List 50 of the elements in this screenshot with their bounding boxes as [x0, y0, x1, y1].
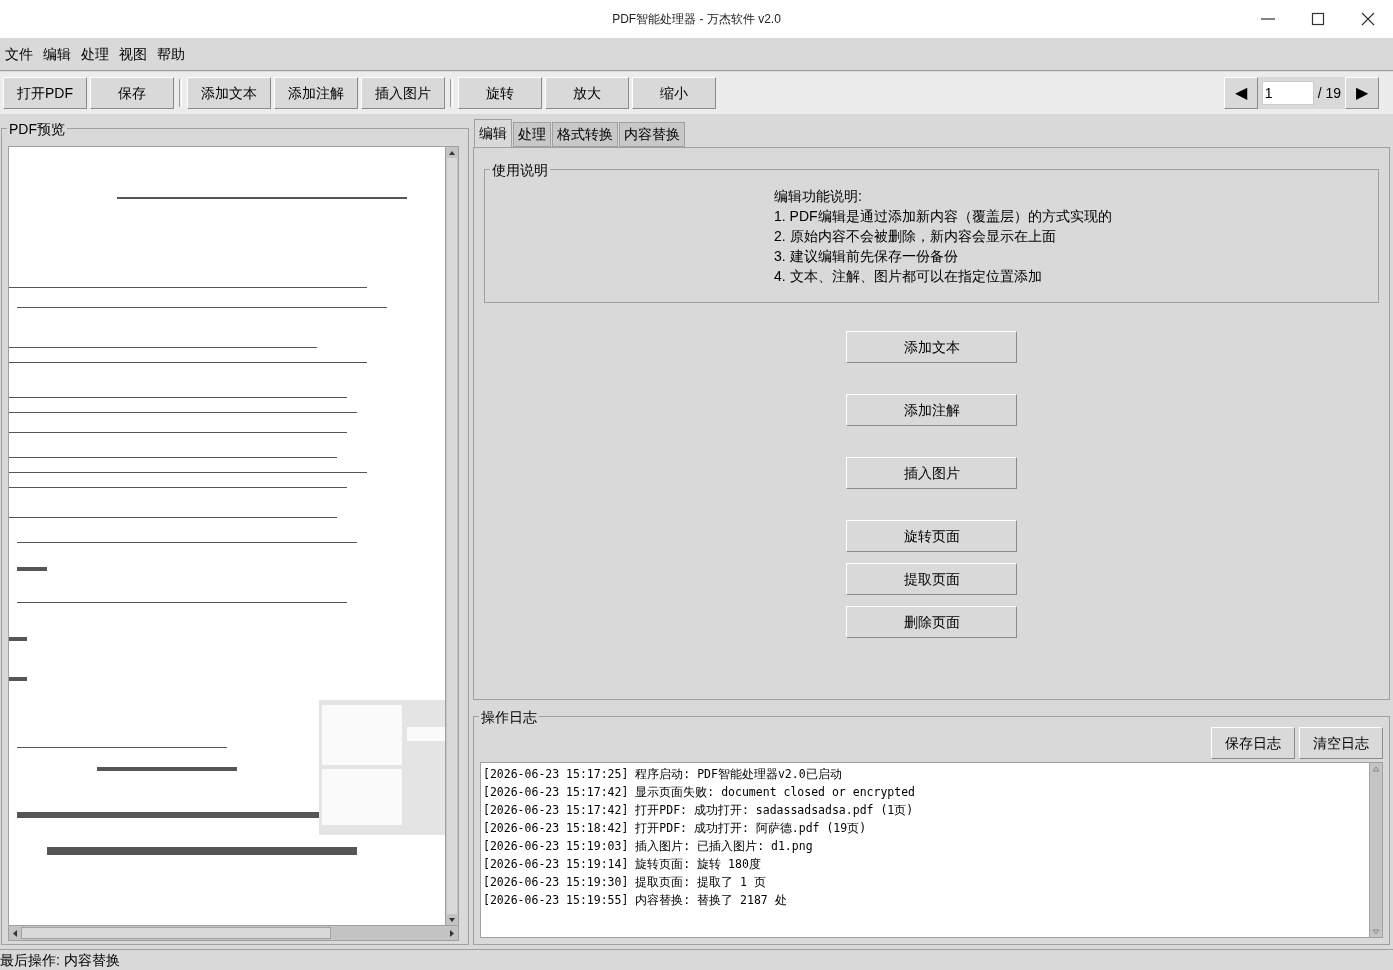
toolbar-button[interactable]: 插入图片 — [361, 77, 445, 109]
scroll-down-icon — [1370, 926, 1382, 937]
toolbar-button[interactable]: 保存 — [90, 77, 174, 109]
action-button[interactable]: 删除页面 — [846, 606, 1017, 638]
help-text: 2. 原始内容不会被删除，新内容会显示在上面 — [774, 227, 1057, 246]
action-button[interactable]: 插入图片 — [846, 457, 1017, 489]
log-line: [2026-06-23 15:19:14] 旋转页面: 旋转 180度 — [483, 856, 761, 873]
toolbar-button[interactable]: 添加文本 — [187, 77, 271, 109]
toolbar-button[interactable]: 旋转 — [458, 77, 542, 109]
horizontal-scrollbar[interactable] — [9, 925, 458, 940]
menu-item[interactable]: 编辑 — [39, 43, 75, 65]
toolbar-button[interactable]: 添加注解 — [274, 77, 358, 109]
log-line: [2026-06-23 15:19:30] 提取页面: 提取了 1 页 — [483, 874, 766, 891]
log-button[interactable]: 清空日志 — [1299, 727, 1383, 759]
log-line: [2026-06-23 15:17:42] 显示页面失败: document closed or encrypted — [483, 784, 916, 801]
vertical-scrollbar[interactable] — [445, 147, 458, 925]
status-text: 最后操作: 内容替换 — [0, 950, 120, 970]
close-icon — [1361, 12, 1375, 26]
help-text: 编辑功能说明: — [774, 187, 863, 206]
maximize-icon — [1311, 12, 1325, 26]
toolbar-button[interactable]: 放大 — [545, 77, 629, 109]
toolbar-button[interactable]: 缩小 — [632, 77, 716, 109]
tab[interactable]: 格式转换 — [552, 122, 618, 147]
action-button[interactable]: 添加文本 — [846, 331, 1017, 363]
log-button[interactable]: 保存日志 — [1211, 727, 1295, 759]
previous-page-button[interactable]: ◀ — [1223, 77, 1258, 109]
tab[interactable]: 内容替换 — [619, 122, 685, 147]
action-button[interactable]: 添加注解 — [846, 394, 1017, 426]
tab[interactable]: 编辑 — [474, 119, 512, 147]
action-button[interactable]: 提取页面 — [846, 563, 1017, 595]
help-text: 3. 建议编辑前先保存一份备份 — [774, 247, 959, 266]
help-text: 4. 文本、注解、图片都可以在指定位置添加 — [774, 267, 1043, 286]
toolbar-button[interactable]: 打开PDF — [3, 77, 87, 109]
vertical-scrollbar[interactable] — [1369, 763, 1382, 937]
menu-item[interactable]: 帮助 — [153, 43, 189, 65]
menu-item[interactable]: 处理 — [77, 43, 113, 65]
log-line: [2026-06-23 15:18:42] 打开PDF: 成功打开: 阿萨德.pdf (19页) — [483, 820, 867, 837]
page-count: / 19 — [1317, 83, 1341, 103]
help-text: 1. PDF编辑是通过添加新内容（覆盖层）的方式实现的 — [774, 207, 1113, 226]
log-line: [2026-06-23 15:17:42] 打开PDF: 成功打开: sadassadsadsa.pdf (1页) — [483, 802, 914, 819]
log-line: [2026-06-23 15:17:25] 程序启动: PDF智能处理器v2.0已启动 — [483, 766, 842, 783]
log-line: [2026-06-23 15:19:03] 插入图片: 已插入图片: d1.png — [483, 838, 813, 855]
log-line: [2026-06-23 15:19:55] 内容替换: 替换了 2187 处 — [483, 892, 787, 909]
next-page-button[interactable]: ▶ — [1345, 77, 1379, 109]
action-button[interactable]: 旋转页面 — [846, 520, 1017, 552]
menu-item[interactable]: 文件 — [1, 43, 37, 65]
menu-item[interactable]: 视图 — [115, 43, 151, 65]
window-title: PDF智能处理器 - 万杰软件 v2.0 — [612, 11, 781, 28]
tab[interactable]: 处理 — [513, 122, 551, 147]
page-number-field[interactable]: 1 — [1261, 81, 1314, 105]
